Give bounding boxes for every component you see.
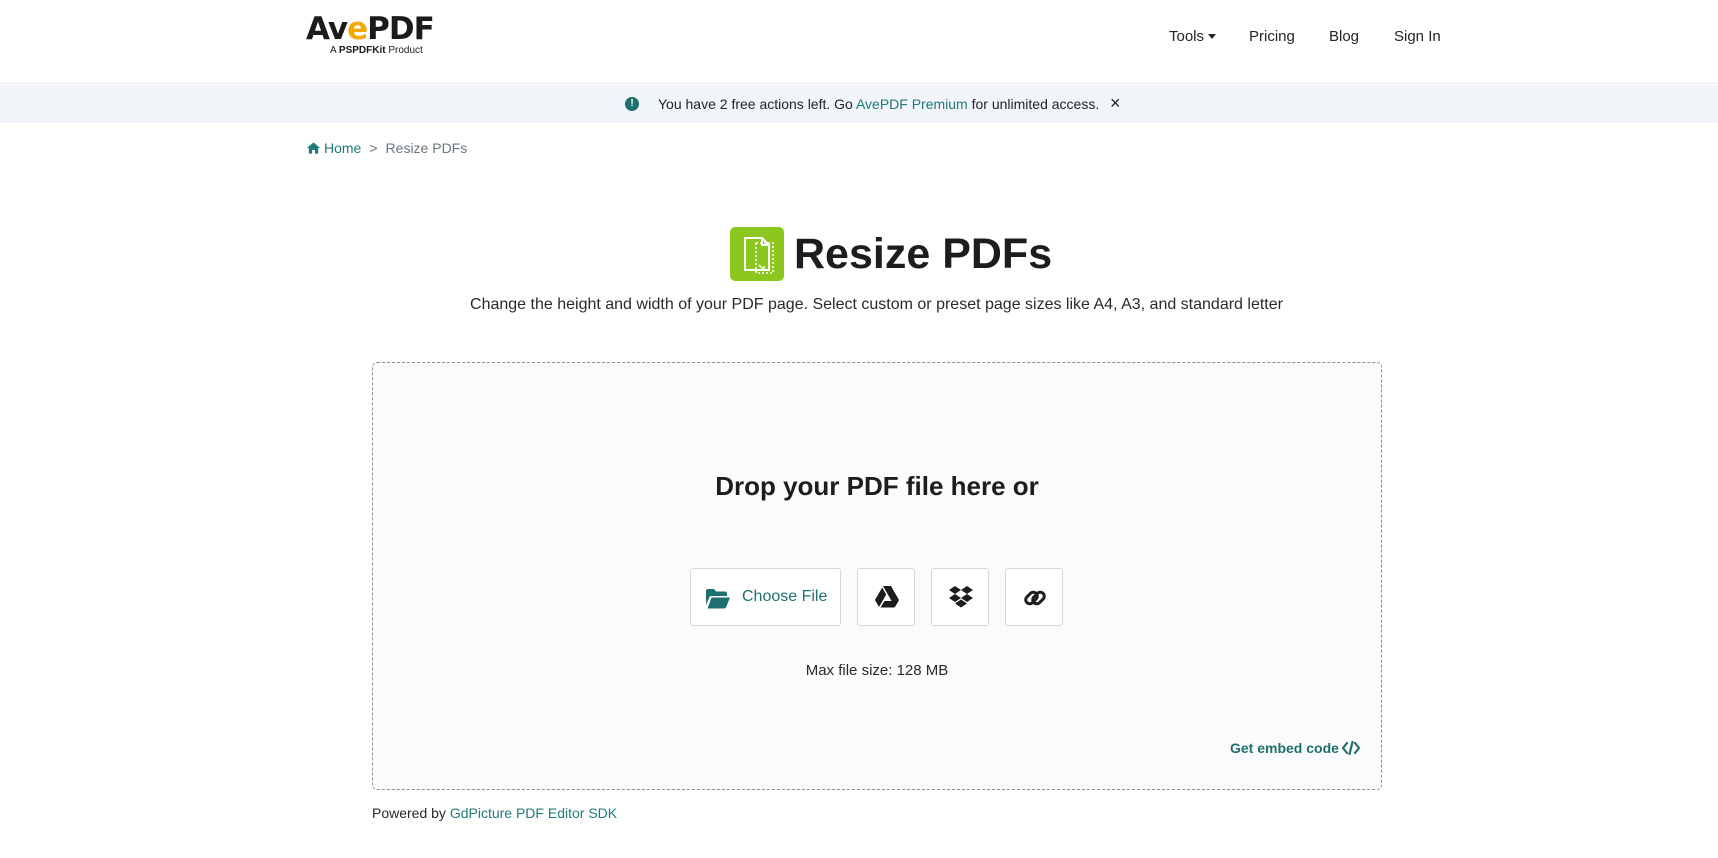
home-icon — [306, 142, 321, 154]
gdpicture-link[interactable]: GdPicture PDF Editor SDK — [450, 805, 617, 821]
choose-file-button[interactable]: Choose File — [690, 568, 841, 626]
choose-file-label: Choose File — [742, 588, 828, 605]
drop-title: Drop your PDF file here or — [715, 471, 1039, 501]
nav-blog[interactable]: Blog — [1329, 28, 1359, 45]
get-embed-code-link[interactable]: Get embed code — [1230, 740, 1361, 756]
dropbox-button[interactable] — [931, 568, 989, 626]
folder-open-icon — [706, 589, 730, 609]
max-file-size: Max file size: 128 MB — [805, 662, 949, 679]
nav-pricing[interactable]: Pricing — [1249, 28, 1295, 45]
close-icon[interactable]: × — [1110, 93, 1121, 113]
logo-wordmark: AvePDF — [306, 11, 435, 47]
breadcrumb-separator: > — [369, 140, 378, 156]
powered-by: Powered by GdPicture PDF Editor SDK — [372, 805, 618, 821]
exclamation-circle-icon: ! — [625, 97, 639, 111]
dropbox-icon — [949, 586, 973, 608]
nav-tools[interactable]: Tools — [1169, 28, 1217, 45]
page-subtitle: Change the height and width of your PDF … — [470, 296, 1283, 313]
caret-down-icon — [1208, 34, 1217, 39]
resize-pdf-icon — [730, 227, 784, 281]
premium-link[interactable]: AvePDF Premium — [856, 96, 968, 112]
nav-sign-in[interactable]: Sign In — [1394, 28, 1441, 45]
breadcrumb-current: Resize PDFs — [385, 140, 468, 156]
breadcrumb-home[interactable]: Home — [306, 140, 361, 156]
avepdf-logo[interactable]: AvePDF A PSPDFKit Product — [306, 13, 436, 59]
google-drive-button[interactable] — [857, 568, 915, 626]
url-link-button[interactable] — [1005, 568, 1063, 626]
free-actions-banner: ! You have 2 free actions left. Go AvePD… — [0, 85, 1718, 123]
code-icon — [1341, 740, 1361, 756]
link-icon — [1024, 590, 1046, 606]
page-title: Resize PDFs — [794, 230, 1053, 278]
logo-tagline: A PSPDFKit Product — [330, 45, 423, 56]
site-header: AvePDF A PSPDFKit Product Tools Pricing … — [0, 0, 1718, 84]
breadcrumb: Home > Resize PDFs — [306, 140, 467, 156]
google-drive-icon — [875, 586, 899, 608]
file-drop-zone[interactable]: Drop your PDF file here or Choose File M… — [372, 362, 1382, 790]
banner-text: You have 2 free actions left. Go AvePDF … — [658, 96, 1100, 112]
